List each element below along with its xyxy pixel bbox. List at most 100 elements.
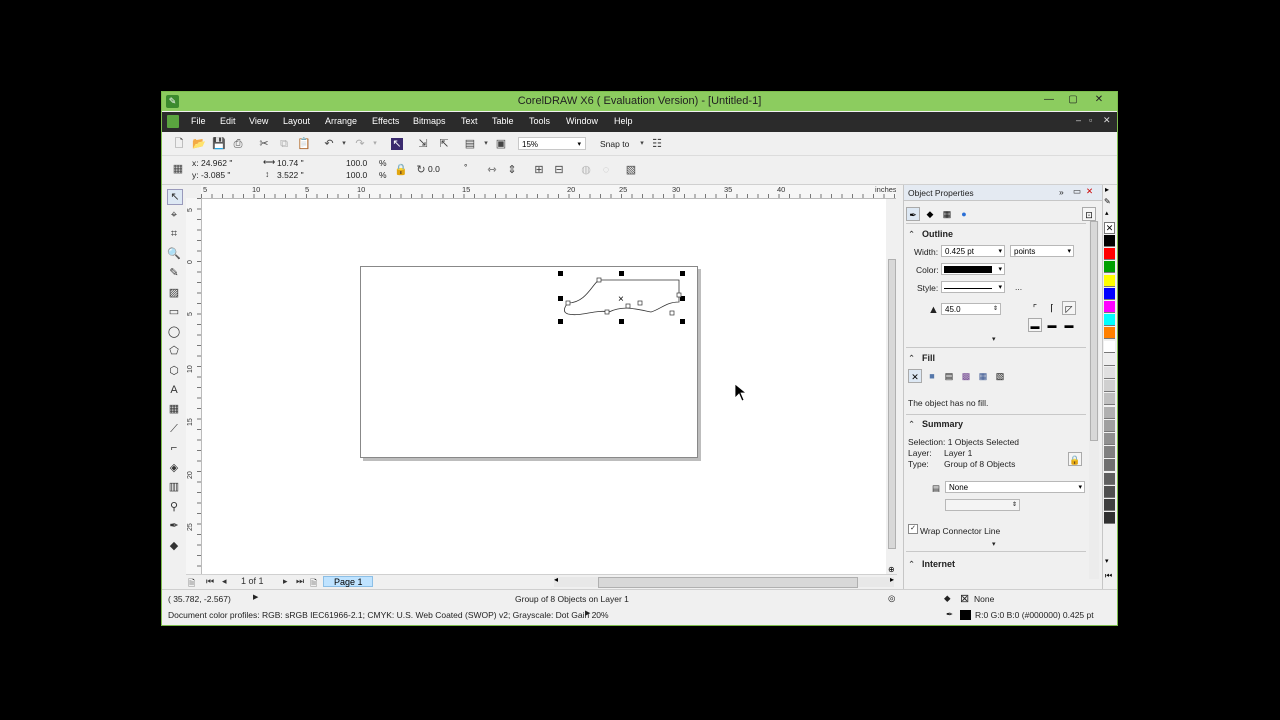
- cut-icon[interactable]: ✂: [258, 138, 270, 150]
- internet-tab-icon[interactable]: ●: [957, 207, 971, 221]
- freehand-tool-icon[interactable]: ✎: [167, 266, 181, 280]
- object-width-field[interactable]: 10.74 ": [277, 158, 304, 168]
- color-dropdown-icon[interactable]: ▾: [998, 264, 1002, 276]
- bitmap-pattern-fill-icon[interactable]: ▦: [976, 369, 990, 383]
- color-swatch[interactable]: [1104, 472, 1115, 485]
- no-fill-icon[interactable]: ✕: [908, 369, 922, 383]
- outline-color-picker[interactable]: ▾: [941, 263, 1005, 275]
- x-position-field[interactable]: x: 24.962 ": [192, 158, 232, 168]
- color-profiles-text[interactable]: Document color profiles: RGB: sRGB IEC61…: [168, 610, 609, 620]
- open-icon[interactable]: 📂: [192, 138, 206, 150]
- ungroup-icon[interactable]: ⊞: [533, 164, 545, 176]
- doc-restore-button[interactable]: ▫: [1089, 115, 1092, 125]
- uniform-fill-icon[interactable]: ■: [925, 369, 939, 383]
- docker-options-icon[interactable]: ⊡: [1082, 207, 1096, 221]
- butt-cap-icon[interactable]: ▬: [1028, 318, 1042, 332]
- document-icon[interactable]: [167, 115, 179, 128]
- table-tool-icon[interactable]: ▦: [167, 402, 181, 416]
- dimension-tool-icon[interactable]: ⟋: [167, 422, 181, 436]
- selected-group-drawing[interactable]: ×: [361, 267, 697, 457]
- width-dropdown-icon[interactable]: ▾: [998, 246, 1002, 258]
- publish-pdf-icon[interactable]: ▤: [464, 138, 476, 150]
- import-icon[interactable]: ⇲: [417, 138, 429, 150]
- redo-icon[interactable]: ↷: [354, 138, 366, 150]
- mirror-vertical-icon[interactable]: ⇕: [506, 164, 518, 176]
- crop-tool-icon[interactable]: ⌗: [167, 227, 181, 241]
- basic-shapes-tool-icon[interactable]: ⬡: [167, 364, 181, 378]
- lock-object-icon[interactable]: 🔒: [1068, 452, 1082, 466]
- connector-tool-icon[interactable]: ⌐: [167, 441, 181, 455]
- color-swatch[interactable]: [1104, 287, 1115, 300]
- color-swatch[interactable]: [1104, 248, 1115, 261]
- menu-tools[interactable]: Tools: [529, 116, 550, 126]
- color-swatch[interactable]: [1104, 459, 1115, 472]
- menu-view[interactable]: View: [249, 116, 268, 126]
- wrap-dropdown-icon[interactable]: ▾: [1078, 482, 1082, 494]
- cursor-position-arrow-icon[interactable]: ▶: [253, 593, 258, 601]
- maximize-button[interactable]: ▢: [1062, 93, 1084, 107]
- search-content-icon[interactable]: ↖: [391, 138, 403, 150]
- ellipse-tool-icon[interactable]: ◯: [167, 325, 181, 339]
- docker-scrollbar[interactable]: [1089, 221, 1099, 579]
- menu-file[interactable]: File: [191, 116, 206, 126]
- fountain-fill-icon[interactable]: ▤: [942, 369, 956, 383]
- scroll-left-icon[interactable]: ◂: [554, 575, 558, 584]
- outline-width-field[interactable]: 0.425 pt ▾: [941, 245, 1005, 257]
- outline-expand-icon[interactable]: ▾: [992, 335, 996, 343]
- snap-dropdown-icon[interactable]: ▾: [636, 138, 648, 150]
- fill-collapse-icon[interactable]: ⌃: [908, 353, 915, 364]
- rotation-icon[interactable]: ↻: [415, 164, 427, 176]
- undo-icon[interactable]: ↶: [323, 138, 335, 150]
- publish-dropdown-icon[interactable]: ▾: [480, 138, 492, 150]
- color-swatch[interactable]: [1104, 485, 1115, 498]
- horizontal-ruler[interactable]: 5 10 5 10 15 20 25 30 35 40 inches: [201, 185, 896, 199]
- vertical-scroll-thumb[interactable]: [888, 259, 896, 549]
- color-swatch[interactable]: [1104, 340, 1115, 353]
- color-swatch[interactable]: [1104, 446, 1115, 459]
- next-page-icon[interactable]: ▸: [283, 576, 288, 587]
- status-options-icon[interactable]: ◎: [888, 593, 895, 604]
- drawing-canvas[interactable]: ×: [202, 199, 886, 577]
- zoom-level-field[interactable]: 15% ▾: [518, 137, 586, 150]
- doc-minimize-button[interactable]: –: [1076, 115, 1081, 125]
- y-position-field[interactable]: y: -3.085 ": [192, 170, 230, 180]
- color-swatch[interactable]: [1104, 327, 1115, 340]
- color-swatch[interactable]: [1104, 314, 1115, 327]
- docker-scroll-thumb[interactable]: [1090, 221, 1098, 441]
- wrap-offset-field[interactable]: ⇕: [945, 499, 1020, 511]
- close-button[interactable]: ✕: [1088, 93, 1110, 107]
- menu-bitmaps[interactable]: Bitmaps: [413, 116, 446, 126]
- vector-pattern-fill-icon[interactable]: ▩: [959, 369, 973, 383]
- round-join-icon[interactable]: ⌈: [1045, 301, 1059, 315]
- menu-effects[interactable]: Effects: [372, 116, 399, 126]
- menu-table[interactable]: Table: [492, 116, 514, 126]
- mirror-horizontal-icon[interactable]: ⇿: [486, 164, 498, 176]
- color-swatch[interactable]: [1104, 261, 1115, 274]
- doc-close-button[interactable]: ✕: [1103, 115, 1111, 126]
- export-icon[interactable]: ⇱: [438, 138, 450, 150]
- polygon-tool-icon[interactable]: ⬠: [167, 344, 181, 358]
- summary-expand-icon[interactable]: ▾: [992, 540, 996, 548]
- transparency-tool-icon[interactable]: ▥: [167, 480, 181, 494]
- color-swatch[interactable]: [1104, 499, 1115, 511]
- vertical-scrollbar[interactable]: ⊕: [887, 199, 897, 578]
- palette-up-icon[interactable]: ▴: [1105, 209, 1109, 217]
- outline-pen-tool-icon[interactable]: ✒: [167, 519, 181, 533]
- palette-scroll-up-icon[interactable]: ▸: [1105, 185, 1109, 194]
- outline-style-select[interactable]: ▾: [941, 281, 1005, 293]
- color-swatch[interactable]: [1104, 419, 1115, 432]
- round-cap-icon[interactable]: ▬: [1045, 318, 1059, 332]
- zoom-navigator-icon[interactable]: ⊕: [888, 565, 895, 574]
- undo-dropdown-icon[interactable]: ▾: [338, 138, 350, 150]
- horizontal-scroll-thumb[interactable]: [598, 577, 858, 588]
- docker-minimize-icon[interactable]: ▭: [1073, 186, 1081, 197]
- fill-tab-icon[interactable]: ◆: [923, 207, 937, 221]
- smart-fill-tool-icon[interactable]: ▨: [167, 286, 181, 300]
- object-origin-icon[interactable]: ▦: [172, 163, 184, 175]
- shape-tool-icon[interactable]: ⌖: [167, 208, 181, 222]
- miter-spinner-icon[interactable]: ⇕: [993, 303, 998, 315]
- ruler-corner[interactable]: [186, 185, 202, 199]
- color-swatch[interactable]: [1104, 393, 1115, 406]
- docker-close-icon[interactable]: ✕: [1086, 186, 1093, 197]
- print-icon[interactable]: ⎙: [232, 138, 244, 150]
